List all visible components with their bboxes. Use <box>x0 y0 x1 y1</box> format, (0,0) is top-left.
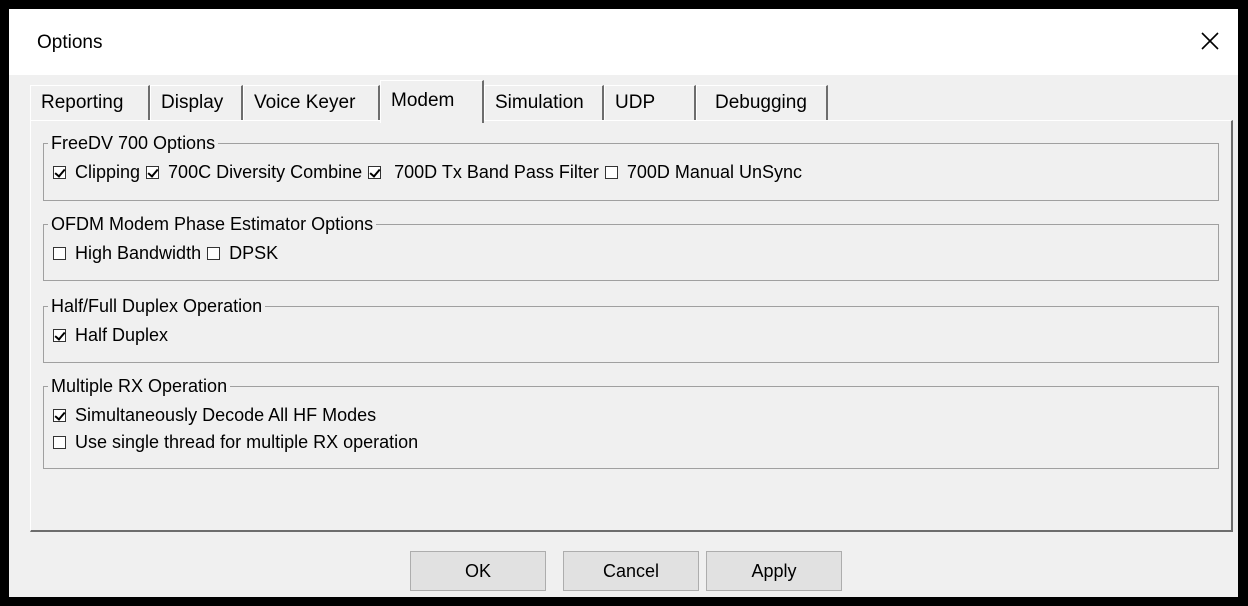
modem-tab-panel: FreeDV 700 Options Clipping 700C Diversi… <box>30 120 1233 532</box>
checkbox-label: Simultaneously Decode All HF Modes <box>75 404 377 425</box>
multirx-option-row: Simultaneously Decode All HF Modes <box>53 403 382 427</box>
manual-unsync-checkbox[interactable]: 700D Manual UnSync <box>604 161 802 183</box>
close-icon <box>1201 32 1219 50</box>
tab-simulation[interactable]: Simulation <box>484 85 604 121</box>
tab-debugging[interactable]: Debugging <box>696 85 828 121</box>
tab-voice-keyer[interactable]: Voice Keyer <box>243 85 380 121</box>
ofdm-phase-estimator-group: OFDM Modem Phase Estimator Options High … <box>43 213 1219 281</box>
close-button[interactable] <box>1186 9 1238 75</box>
apply-button[interactable]: Apply <box>706 551 842 591</box>
checkbox-box[interactable] <box>368 165 382 179</box>
checkbox-box[interactable] <box>53 435 66 449</box>
checkbox-label: 700C Diversity Combine <box>168 161 363 182</box>
tab-reporting[interactable]: Reporting <box>30 85 150 121</box>
half-duplex-checkbox[interactable]: Half Duplex <box>53 325 168 346</box>
ok-button[interactable]: OK <box>410 551 546 591</box>
decode-all-hf-modes-checkbox[interactable]: Simultaneously Decode All HF Modes <box>53 405 376 426</box>
checkbox-box[interactable] <box>604 165 618 179</box>
ofdm-options-row: High Bandwidth DPSK <box>53 241 284 265</box>
freedv-700-options-row: Clipping 700C Diversity Combine 700D Tx … <box>53 160 808 184</box>
single-thread-checkbox[interactable]: Use single thread for multiple RX operat… <box>53 432 418 453</box>
group-title: Half/Full Duplex Operation <box>48 295 266 317</box>
checkbox-label: 700D Manual UnSync <box>626 161 802 182</box>
group-title: FreeDV 700 Options <box>48 132 219 154</box>
group-title: Multiple RX Operation <box>48 375 231 397</box>
checkbox-box[interactable] <box>207 246 221 260</box>
tab-modem[interactable]: Modem <box>380 80 484 123</box>
checkbox-label: Use single thread for multiple RX operat… <box>75 431 419 452</box>
checkbox-label: 700D Tx Band Pass Filter <box>394 161 599 182</box>
title-bar: Options <box>9 9 1238 75</box>
group-title: OFDM Modem Phase Estimator Options <box>48 213 377 235</box>
options-dialog: Options Reporting Display Voice Keyer Mo… <box>9 9 1238 597</box>
clipping-checkbox[interactable]: Clipping <box>53 162 140 183</box>
checkbox-box[interactable] <box>53 408 66 422</box>
checkbox-label: High Bandwidth <box>75 242 202 263</box>
cancel-button[interactable]: Cancel <box>563 551 699 591</box>
checkbox-box[interactable] <box>53 246 66 260</box>
tab-udp[interactable]: UDP <box>604 85 696 121</box>
dialog-title: Options <box>37 32 103 53</box>
checkbox-box[interactable] <box>53 165 66 179</box>
tab-display[interactable]: Display <box>150 85 243 121</box>
duplex-operation-group: Half/Full Duplex Operation Half Duplex <box>43 295 1219 363</box>
checkbox-label: Half Duplex <box>75 324 169 345</box>
dialog-button-bar: OK Cancel Apply <box>9 549 1238 597</box>
diversity-combine-checkbox[interactable]: 700C Diversity Combine <box>146 162 362 183</box>
duplex-options-row: Half Duplex <box>53 323 174 347</box>
tx-band-pass-filter-checkbox[interactable]: 700D Tx Band Pass Filter <box>368 162 599 183</box>
checkbox-box[interactable] <box>53 328 66 342</box>
high-bandwidth-checkbox[interactable]: High Bandwidth <box>53 243 201 264</box>
multirx-option-row: Use single thread for multiple RX operat… <box>53 430 424 454</box>
freedv-700-options-group: FreeDV 700 Options Clipping 700C Diversi… <box>43 132 1219 201</box>
dpsk-checkbox[interactable]: DPSK <box>207 243 278 264</box>
tab-strip: Reporting Display Voice Keyer Modem Simu… <box>30 80 1230 124</box>
checkbox-label: Clipping <box>75 161 141 182</box>
checkbox-box[interactable] <box>146 165 160 179</box>
multiple-rx-operation-group: Multiple RX Operation Simultaneously Dec… <box>43 375 1219 469</box>
checkbox-label: DPSK <box>229 242 279 263</box>
